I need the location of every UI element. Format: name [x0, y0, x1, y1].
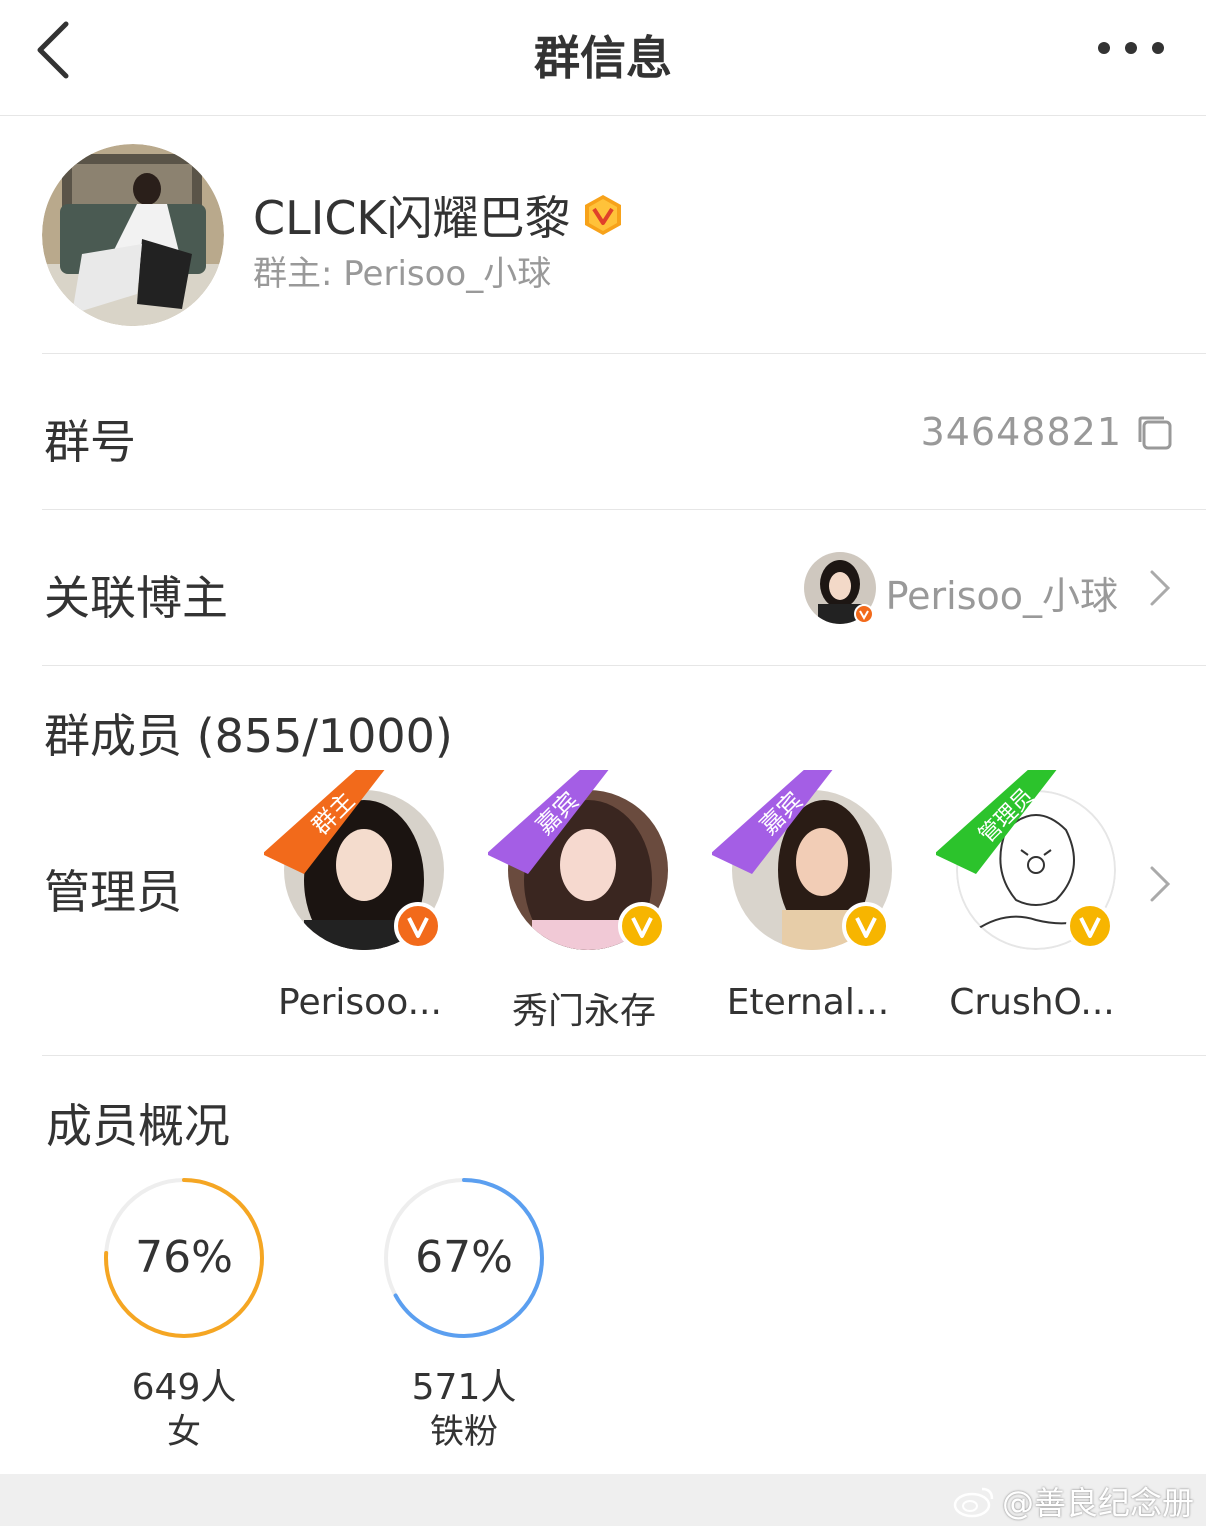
admin-name: Perisoo...: [278, 982, 442, 1023]
stat-count: 571人: [411, 1367, 517, 1408]
group-id-value: 34648821: [920, 410, 1122, 454]
stat-percent: 76%: [135, 1232, 233, 1283]
group-avatar[interactable]: [42, 144, 224, 326]
admin-name: 秀门永存: [511, 991, 656, 1032]
avatar: 管理员: [936, 770, 1116, 950]
admin-card[interactable]: 群主 Perisoo...: [248, 770, 458, 1040]
weibo-logo-icon: [953, 1487, 994, 1518]
chevron-right-icon[interactable]: [1146, 864, 1172, 904]
avatar: [804, 552, 876, 624]
stat-count: 649人: [131, 1367, 237, 1408]
verified-v-icon: [584, 195, 621, 235]
page-title: 群信息: [534, 31, 672, 85]
avatar: 嘉宾: [488, 770, 668, 950]
stat-loyal-fans: 67% 571人 铁粉: [382, 1176, 562, 1456]
nav-bar: 群信息: [0, 0, 1206, 116]
overview-title: 成员概况: [46, 1099, 230, 1153]
linked-blogger-name: Perisoo_小球: [885, 574, 1118, 618]
stat-description: 女: [167, 1412, 201, 1452]
admin-name: CrushO...: [949, 982, 1115, 1023]
group-name-row: CLICK闪耀巴黎: [253, 182, 625, 248]
avatar: 嘉宾: [712, 770, 892, 950]
stat-percent: 67%: [415, 1232, 513, 1283]
watermark-text: @善良纪念册: [1001, 1484, 1194, 1522]
copy-icon[interactable]: [1136, 414, 1174, 452]
avatar: 群主: [264, 770, 444, 950]
admin-card[interactable]: 嘉宾 秀门永存: [472, 770, 682, 1040]
admin-card[interactable]: 管理员 CrushO...: [920, 770, 1130, 1040]
admins-label: 管理员: [44, 865, 182, 919]
group-owner: 群主: Perisoo_小球: [253, 254, 552, 294]
admin-name: Eternal...: [726, 982, 890, 1023]
linked-blogger-row[interactable]: 关联博主 Perisoo_小球: [42, 510, 1206, 666]
chevron-right-icon: [1150, 570, 1171, 606]
group-id-label: 群号: [44, 415, 136, 469]
admins-row: 管理员 群主 Perisoo... 嘉宾 秀门永存 嘉宾 Eternal... …: [42, 760, 1206, 1056]
group-id-row: 群号 34648821: [42, 354, 1206, 510]
members-title[interactable]: 群成员 (855/1000): [44, 700, 453, 766]
more-dots-icon[interactable]: [1096, 38, 1166, 58]
stat-female: 76% 649人 女: [102, 1176, 282, 1456]
stat-description: 铁粉: [430, 1412, 498, 1452]
watermark: @善良纪念册: [952, 1478, 1194, 1524]
group-name: CLICK闪耀巴黎: [253, 191, 571, 245]
group-header: CLICK闪耀巴黎 群主: Perisoo_小球: [42, 116, 1206, 354]
admin-card[interactable]: 嘉宾 Eternal...: [696, 770, 906, 1040]
linked-blogger-label: 关联博主: [44, 571, 228, 625]
